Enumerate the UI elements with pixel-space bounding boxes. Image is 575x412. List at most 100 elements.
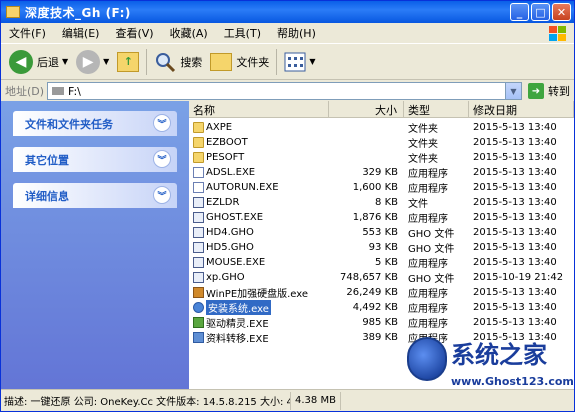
menu-favorites[interactable]: 收藏(A) xyxy=(162,25,216,41)
file-size: 93 KB xyxy=(368,242,398,253)
drive-icon xyxy=(6,6,20,18)
search-button[interactable]: 搜索 xyxy=(150,47,206,77)
gho-icon xyxy=(193,212,204,223)
file-size: 1,600 KB xyxy=(352,182,398,193)
file-row[interactable]: MOUSE.EXE 5 KB 应用程序 2015-5-13 13:40 xyxy=(189,255,574,270)
go-arrow-icon: ➜ xyxy=(528,83,544,99)
file-name: MOUSE.EXE xyxy=(206,257,266,268)
gho-icon xyxy=(193,242,204,253)
file-name: WinPE加强硬盘版.exe xyxy=(206,289,309,300)
expand-chevron-icon[interactable]: ︾ xyxy=(153,114,171,132)
window-title: 深度技术_Gh (F:) xyxy=(25,5,131,20)
file-name-cell: HD5.GHO xyxy=(189,242,329,253)
file-row[interactable]: xp.GHO 748,657 KB GHO 文件 2015-10-19 21:42 xyxy=(189,270,574,285)
column-header: 名称 大小 类型 修改日期 xyxy=(189,101,574,118)
exe-icon xyxy=(193,167,204,178)
file-date: 2015-5-13 13:40 xyxy=(473,227,557,238)
panel-details[interactable]: 详细信息 ︾ xyxy=(13,183,177,208)
file-date: 2015-5-13 13:40 xyxy=(473,152,557,163)
file-name-cell: HD4.GHO xyxy=(189,227,329,238)
column-date[interactable]: 修改日期 xyxy=(469,101,574,118)
file-row[interactable]: GHOST.EXE 1,876 KB 应用程序 2015-5-13 13:40 xyxy=(189,210,574,225)
file-row[interactable]: AXPE 文件夹 2015-5-13 13:40 xyxy=(189,120,574,135)
file-type: 应用程序 xyxy=(408,259,448,270)
file-name-cell: PESOFT xyxy=(189,152,329,163)
file-date: 2015-5-13 13:40 xyxy=(473,197,557,208)
column-type[interactable]: 类型 xyxy=(404,101,469,118)
toolbar: ◀ 后退 ▼ ▶ ▼ ↑ 搜索 文件夹 ▼ xyxy=(1,44,574,80)
menu-view[interactable]: 查看(V) xyxy=(107,25,161,41)
panel-other-places[interactable]: 其它位置 ︾ xyxy=(13,147,177,172)
file-row[interactable]: EZLDR 8 KB 文件 2015-5-13 13:40 xyxy=(189,195,574,210)
address-dropdown-button[interactable]: ▼ xyxy=(505,83,521,99)
address-value: F:\ xyxy=(68,84,81,98)
file-row[interactable]: 驱动精灵.EXE 985 KB 应用程序 2015-5-13 13:40 xyxy=(189,315,574,330)
file-type: 应用程序 xyxy=(408,169,448,180)
file-type: 应用程序 xyxy=(408,319,448,330)
folders-button[interactable]: 文件夹 xyxy=(206,47,273,77)
file-name-cell: 安装系统.exe xyxy=(189,300,329,315)
file-name-cell: xp.GHO xyxy=(189,272,329,283)
file-size: 1,876 KB xyxy=(352,212,398,223)
file-type: 应用程序 xyxy=(408,304,448,315)
panel-file-folder-tasks[interactable]: 文件和文件夹任务 ︾ xyxy=(13,111,177,136)
gho-icon xyxy=(193,197,204,208)
up-folder-button[interactable]: ↑ xyxy=(113,47,143,77)
folder-icon xyxy=(193,122,204,133)
file-type: 文件夹 xyxy=(408,124,438,135)
file-row[interactable]: PESOFT 文件夹 2015-5-13 13:40 xyxy=(189,150,574,165)
watermark: 系统之家 www.Ghost123.com xyxy=(403,331,575,412)
task-pane: 文件和文件夹任务 ︾ 其它位置 ︾ 详细信息 ︾ xyxy=(1,101,189,389)
drv-icon xyxy=(193,317,204,328)
menu-edit[interactable]: 编辑(E) xyxy=(54,25,108,41)
file-date: 2015-5-13 13:40 xyxy=(473,167,557,178)
expand-chevron-icon[interactable]: ︾ xyxy=(153,150,171,168)
file-name: AUTORUN.EXE xyxy=(206,182,279,193)
file-row[interactable]: EZBOOT 文件夹 2015-5-13 13:40 xyxy=(189,135,574,150)
file-row[interactable]: HD5.GHO 93 KB GHO 文件 2015-5-13 13:40 xyxy=(189,240,574,255)
file-date: 2015-5-13 13:40 xyxy=(473,137,557,148)
disc-icon xyxy=(193,302,204,313)
file-name-cell: 驱动精灵.EXE xyxy=(189,315,329,330)
file-type: 应用程序 xyxy=(408,289,448,300)
file-name: GHOST.EXE xyxy=(206,212,264,223)
column-size[interactable]: 大小 xyxy=(329,101,404,118)
close-button[interactable]: ✕ xyxy=(552,3,571,21)
file-type: 文件 xyxy=(408,199,428,210)
column-name[interactable]: 名称 xyxy=(189,101,329,118)
file-type: GHO 文件 xyxy=(408,244,455,255)
windows-logo-icon xyxy=(549,26,566,41)
file-row[interactable]: AUTORUN.EXE 1,600 KB 应用程序 2015-5-13 13:40 xyxy=(189,180,574,195)
file-row[interactable]: 安装系统.exe 4,492 KB 应用程序 2015-5-13 13:40 xyxy=(189,300,574,315)
file-type: 应用程序 xyxy=(408,184,448,195)
menu-file[interactable]: 文件(F) xyxy=(1,25,54,41)
search-icon xyxy=(156,52,176,72)
file-date: 2015-5-13 13:40 xyxy=(473,122,557,133)
file-name: xp.GHO xyxy=(206,272,245,283)
forward-button[interactable]: ▶ ▼ xyxy=(72,47,113,77)
toolbar-separator xyxy=(146,48,148,75)
file-row[interactable]: ADSL.EXE 329 KB 应用程序 2015-5-13 13:40 xyxy=(189,165,574,180)
menu-bar: 文件(F) 编辑(E) 查看(V) 收藏(A) 工具(T) 帮助(H) xyxy=(1,23,574,44)
exe-icon xyxy=(193,182,204,193)
gho-icon xyxy=(193,272,204,283)
status-size: 4.38 MB xyxy=(291,391,341,410)
file-row[interactable]: HD4.GHO 553 KB GHO 文件 2015-5-13 13:40 xyxy=(189,225,574,240)
minimize-button[interactable]: _ xyxy=(510,3,529,21)
menu-help[interactable]: 帮助(H) xyxy=(269,25,324,41)
maximize-button[interactable]: □ xyxy=(531,3,550,21)
file-date: 2015-5-13 13:40 xyxy=(473,212,557,223)
views-button[interactable]: ▼ xyxy=(280,47,319,77)
watermark-logo-icon xyxy=(407,337,447,381)
file-name-cell: WinPE加强硬盘版.exe xyxy=(189,285,329,300)
go-button[interactable]: ➜ 转到 xyxy=(528,83,570,99)
toolbar-separator xyxy=(276,48,278,75)
menu-tools[interactable]: 工具(T) xyxy=(216,25,269,41)
file-row[interactable]: WinPE加强硬盘版.exe 26,249 KB 应用程序 2015-5-13 13:… xyxy=(189,285,574,300)
expand-chevron-icon[interactable]: ︾ xyxy=(153,186,171,204)
file-name-cell: EZLDR xyxy=(189,197,329,208)
title-bar[interactable]: 深度技术_Gh (F:) _ □ ✕ xyxy=(1,1,574,23)
address-input[interactable]: F:\ ▼ xyxy=(47,82,522,100)
back-button[interactable]: ◀ 后退 ▼ xyxy=(5,47,72,77)
gho-icon xyxy=(193,257,204,268)
